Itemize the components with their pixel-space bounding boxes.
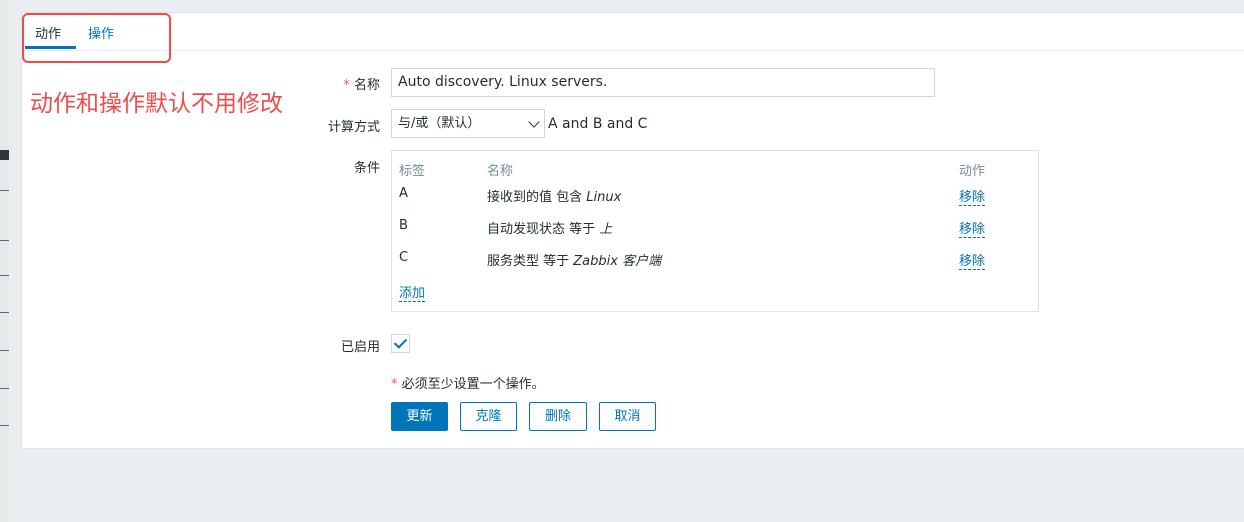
- column-header-name: 名称: [487, 164, 514, 179]
- name-label: * 名称: [343, 78, 380, 93]
- required-mark: *: [343, 78, 350, 93]
- condition-text: 自动发现状态 等于 上: [487, 222, 613, 237]
- tab-bar: 动作 操作: [22, 13, 1244, 51]
- chevron-down-icon: [528, 116, 540, 128]
- enabled-label: 已启用: [340, 340, 380, 355]
- operation-required-note: * 必须至少设置一个操作。: [391, 377, 545, 392]
- cancel-button[interactable]: 取消: [599, 402, 656, 431]
- remove-condition-link[interactable]: 移除: [959, 218, 986, 238]
- remove-condition-link[interactable]: 移除: [959, 186, 986, 206]
- calc-formula: A and B and C: [548, 116, 648, 132]
- annotation-highlight-box: [22, 13, 171, 63]
- condition-tag: C: [399, 250, 409, 265]
- column-header-action: 动作: [959, 164, 986, 179]
- conditions-label: 条件: [353, 161, 380, 176]
- annotation-note: 动作和操作默认不用修改: [30, 91, 283, 117]
- checkmark-icon: [393, 335, 408, 349]
- calc-method-select[interactable]: 与/或（默认）: [391, 109, 545, 138]
- calc-label: 计算方式: [327, 120, 380, 135]
- conditions-table: 标签 名称 动作 A 接收到的值 包含 Linux 移除 B 自动发现状态 等于…: [391, 150, 1039, 312]
- remove-condition-link[interactable]: 移除: [959, 250, 986, 270]
- column-header-tag: 标签: [399, 164, 426, 179]
- condition-text: 接收到的值 包含 Linux: [487, 190, 622, 205]
- update-button[interactable]: 更新: [391, 402, 448, 431]
- condition-text: 服务类型 等于 Zabbix 客户端: [487, 254, 662, 269]
- condition-tag: B: [399, 218, 408, 233]
- enabled-checkbox[interactable]: [391, 334, 410, 353]
- sidebar-edge: [0, 0, 9, 522]
- name-input[interactable]: Auto discovery. Linux servers.: [391, 68, 935, 97]
- condition-tag: A: [399, 186, 408, 201]
- clone-button[interactable]: 克隆: [460, 402, 517, 431]
- delete-button[interactable]: 删除: [529, 402, 587, 431]
- calc-selected-value: 与/或（默认）: [398, 116, 481, 131]
- add-condition-link[interactable]: 添加: [399, 282, 426, 302]
